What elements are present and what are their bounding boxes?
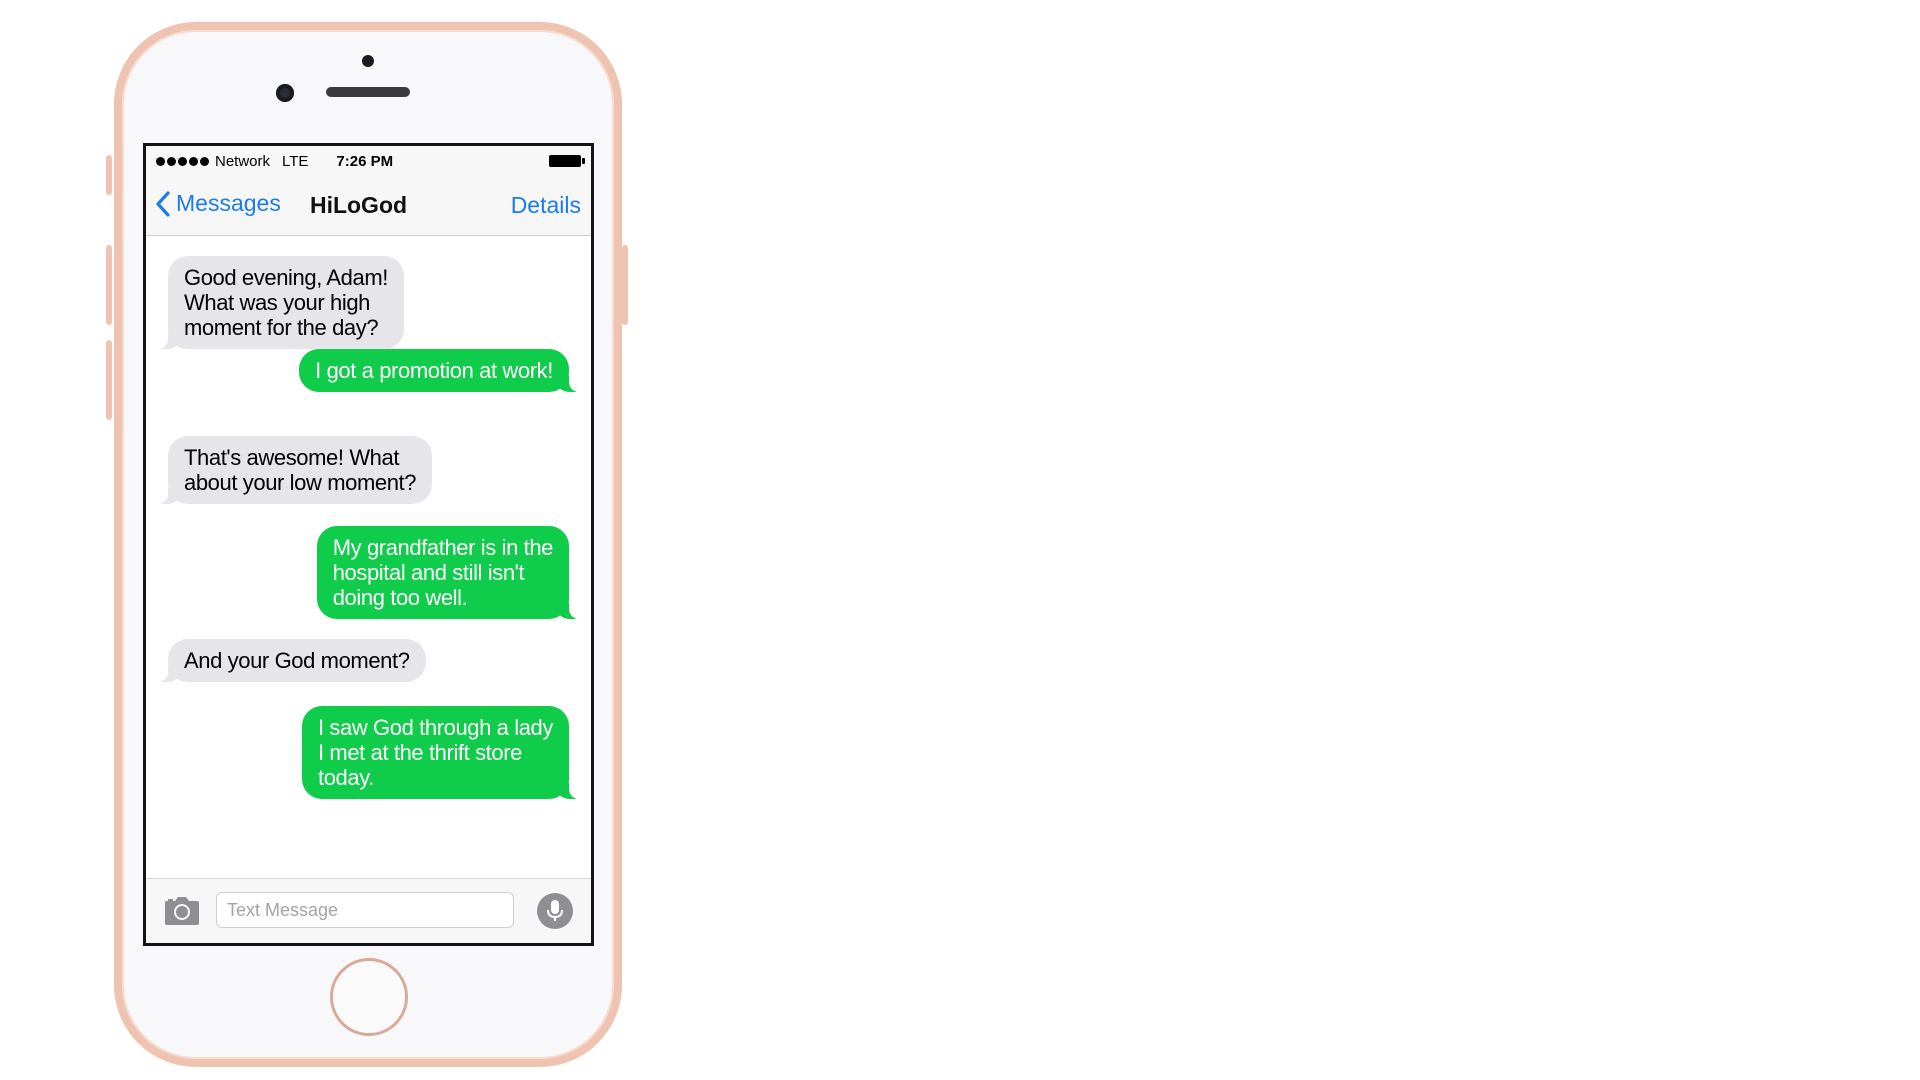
message-composer [146,878,591,943]
message-bubble-incoming: Good evening, Adam! What was your high m… [154,256,404,349]
message-text: I saw God through a lady I met at the th… [318,715,553,790]
home-button[interactable] [330,958,408,1036]
front-camera [276,84,294,102]
carrier-name: Network [215,152,271,170]
message-bubble-outgoing: My grandfather is in the hospital and st… [316,526,584,619]
details-button[interactable]: Details [511,192,581,219]
proximity-sensor [362,55,374,67]
dictation-button[interactable] [537,893,573,929]
volume-up-button [106,245,112,325]
status-bar: Network LTE 7:26 PM [146,146,591,176]
navigation-bar: Messages HiLoGod Details [146,176,591,236]
message-text: My grandfather is in the hospital and st… [332,535,554,610]
phone-screen: Network LTE 7:26 PM Messages HiLoGod Det… [143,143,594,946]
message-text: That's awesome! What about your low mome… [184,445,417,495]
message-text: I got a promotion at work! [315,358,553,383]
earpiece-speaker [326,87,410,97]
microphone-icon [547,900,563,921]
camera-button[interactable] [164,896,200,926]
message-thread: Good evening, Adam! What was your high m… [146,236,591,876]
signal-strength-icon [156,156,209,166]
message-bubble-incoming: That's awesome! What about your low mome… [153,436,433,504]
conversation-title-text: HiLoGod [309,192,408,218]
mute-switch [106,155,112,195]
message-text: And your God moment? [184,648,410,673]
camera-icon [165,897,199,925]
text-message-input[interactable] [216,892,514,928]
message-bubble-outgoing: I got a promotion at work! [299,349,583,392]
network-type: LTE [282,152,309,170]
message-text: Good evening, Adam! What was your high m… [184,265,388,340]
message-bubble-outgoing: I saw God through a lady I met at the th… [302,706,583,799]
message-bubble-incoming: And your God moment? [154,639,426,682]
power-button [622,245,628,325]
volume-down-button [106,340,112,420]
battery-icon [549,155,585,167]
status-time: 7:26 PM [336,152,394,170]
